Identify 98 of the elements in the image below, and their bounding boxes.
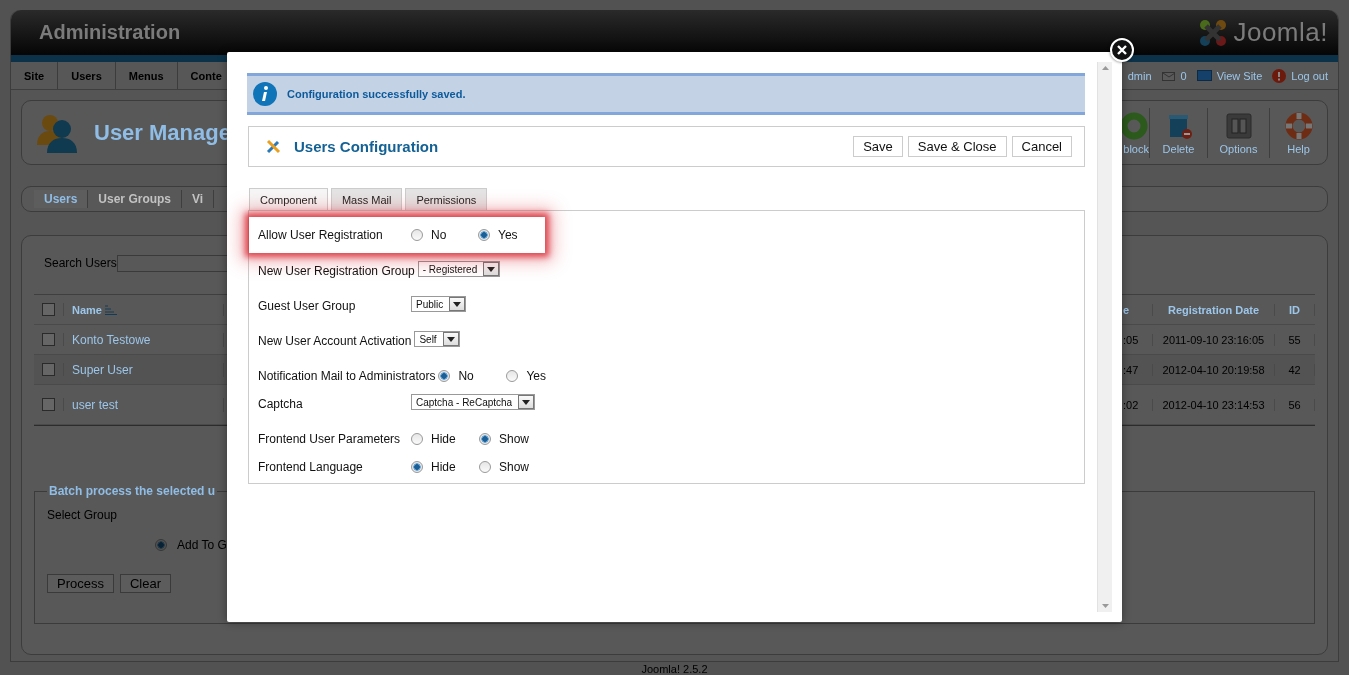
tools-icon bbox=[265, 138, 282, 155]
radio-button[interactable] bbox=[506, 370, 519, 382]
field-label: Guest User Group bbox=[258, 299, 357, 313]
toolbar-button[interactable]: Help bbox=[1269, 107, 1327, 158]
batch-button[interactable]: Clear bbox=[119, 574, 172, 593]
select-group-label: Select Group bbox=[47, 508, 119, 522]
table-cell: 2012-04-10 20:19:58 bbox=[1162, 363, 1265, 376]
lifebuoy-icon bbox=[1283, 110, 1314, 141]
radio-button[interactable] bbox=[411, 433, 423, 445]
caret-icon bbox=[446, 336, 455, 342]
submenu-tab[interactable]: User Groups bbox=[88, 190, 183, 208]
dropdown[interactable]: Captcha - ReCaptcha bbox=[411, 394, 536, 410]
success-message: Configuration successfully saved. bbox=[287, 88, 466, 100]
caret-icon bbox=[453, 301, 462, 307]
radio-label: Yes bbox=[498, 228, 518, 242]
row-checkbox[interactable] bbox=[42, 333, 55, 346]
radio-label: Hide bbox=[431, 432, 456, 446]
caret-icon bbox=[522, 399, 531, 405]
submenu-tab[interactable]: Vi bbox=[182, 190, 215, 208]
row-checkbox[interactable] bbox=[42, 398, 55, 411]
radio-button[interactable] bbox=[411, 461, 423, 473]
radio-label: Add To G bbox=[177, 538, 227, 552]
user-name-link[interactable]: user test bbox=[72, 397, 119, 412]
dialog-button[interactable]: Save bbox=[853, 136, 903, 157]
menu-item[interactable]: Menus bbox=[115, 62, 178, 89]
dropdown[interactable]: Self bbox=[414, 331, 460, 347]
close-icon bbox=[1117, 45, 1127, 55]
table-cell: 2012-04-10 23:14:53 bbox=[1162, 398, 1265, 411]
table-cell: 55 bbox=[1288, 333, 1301, 346]
alert-icon bbox=[1272, 68, 1287, 83]
page-title: User Manage bbox=[94, 119, 231, 146]
table-cell: :02 bbox=[1123, 398, 1139, 411]
dialog-button[interactable]: Cancel bbox=[1011, 136, 1072, 157]
envelope-icon bbox=[1161, 70, 1176, 81]
config-tab[interactable]: Component bbox=[249, 188, 328, 210]
radio-label: Show bbox=[499, 432, 530, 446]
ring-icon bbox=[1119, 110, 1149, 141]
status-link[interactable]: View Site bbox=[1216, 69, 1263, 82]
toolbar-button[interactable]: Delete bbox=[1149, 107, 1207, 158]
radio-button[interactable] bbox=[411, 229, 423, 241]
version-text: Joomla! 2.5.2 bbox=[640, 663, 709, 675]
info-icon bbox=[253, 82, 277, 106]
dialog-button[interactable]: Save & Close bbox=[907, 136, 1007, 157]
sort-icon bbox=[104, 304, 117, 315]
radio-label: No bbox=[431, 228, 447, 242]
select-all-checkbox[interactable] bbox=[42, 303, 55, 316]
config-tab[interactable]: Mass Mail bbox=[330, 188, 403, 210]
radio-label: Hide bbox=[431, 460, 456, 474]
table-cell: 56 bbox=[1288, 398, 1301, 411]
dropdown[interactable]: Public bbox=[411, 296, 467, 312]
config-tab[interactable]: Permissions bbox=[405, 188, 488, 210]
toolbar-button[interactable]: block bbox=[1109, 107, 1149, 158]
scroll-down-icon[interactable] bbox=[1101, 604, 1109, 608]
field-label: New User Account Activation bbox=[258, 334, 412, 348]
table-cell: 42 bbox=[1288, 363, 1301, 376]
radio-button[interactable] bbox=[155, 539, 167, 551]
row-checkbox[interactable] bbox=[42, 363, 55, 376]
batch-legend: Batch process the selected u bbox=[47, 484, 218, 498]
table-cell: :47 bbox=[1123, 363, 1139, 376]
field-label: Frontend User Parameters bbox=[258, 432, 402, 446]
status-link[interactable]: 0 bbox=[1180, 69, 1187, 82]
menu-item[interactable]: Users bbox=[58, 62, 116, 89]
radio-button[interactable] bbox=[479, 433, 491, 445]
scrollbar[interactable] bbox=[1097, 62, 1112, 612]
logo-text: Joomla! bbox=[1233, 17, 1328, 48]
field-label: New User Registration Group bbox=[258, 264, 415, 278]
radio-button[interactable] bbox=[478, 229, 490, 241]
table-cell: 2011-09-10 23:16:05 bbox=[1162, 333, 1265, 346]
column-header[interactable]: ID bbox=[1289, 303, 1300, 316]
monitor-icon bbox=[1196, 70, 1212, 81]
dialog-title: Users Configuration bbox=[294, 138, 439, 155]
search-label: Search Users bbox=[44, 256, 117, 270]
menu-item[interactable]: Site bbox=[11, 62, 59, 89]
field-label: Notification Mail to Administrators bbox=[258, 369, 436, 383]
column-header[interactable]: e bbox=[1123, 303, 1130, 316]
field-label: Captcha bbox=[258, 397, 304, 411]
radio-label: No bbox=[458, 369, 474, 383]
batch-button[interactable]: Process bbox=[47, 574, 114, 593]
column-header[interactable]: Registration Date bbox=[1167, 303, 1260, 316]
switch-icon bbox=[1223, 110, 1254, 141]
caret-icon bbox=[487, 266, 496, 272]
site-title: Administration bbox=[39, 21, 181, 44]
status-link[interactable]: Log out bbox=[1291, 69, 1328, 82]
table-cell: :05 bbox=[1123, 333, 1139, 346]
column-header[interactable]: Name bbox=[72, 303, 102, 316]
radio-button[interactable] bbox=[438, 370, 451, 382]
radio-label: Yes bbox=[526, 369, 546, 383]
status-link[interactable]: dmin bbox=[1127, 69, 1152, 82]
toolbar-button[interactable]: Options bbox=[1207, 107, 1269, 158]
submenu-tab[interactable]: Users bbox=[34, 190, 89, 208]
field-label: Frontend Language bbox=[258, 460, 364, 474]
radio-button[interactable] bbox=[479, 461, 491, 473]
field-label: Allow User Registration bbox=[258, 228, 384, 242]
user-name-link[interactable]: Super User bbox=[72, 362, 133, 377]
user-name-link[interactable]: Konto Testowe bbox=[72, 332, 151, 347]
dropdown[interactable]: - Registered bbox=[417, 261, 501, 277]
radio-label: Show bbox=[499, 460, 530, 474]
scroll-up-icon[interactable] bbox=[1101, 66, 1109, 70]
